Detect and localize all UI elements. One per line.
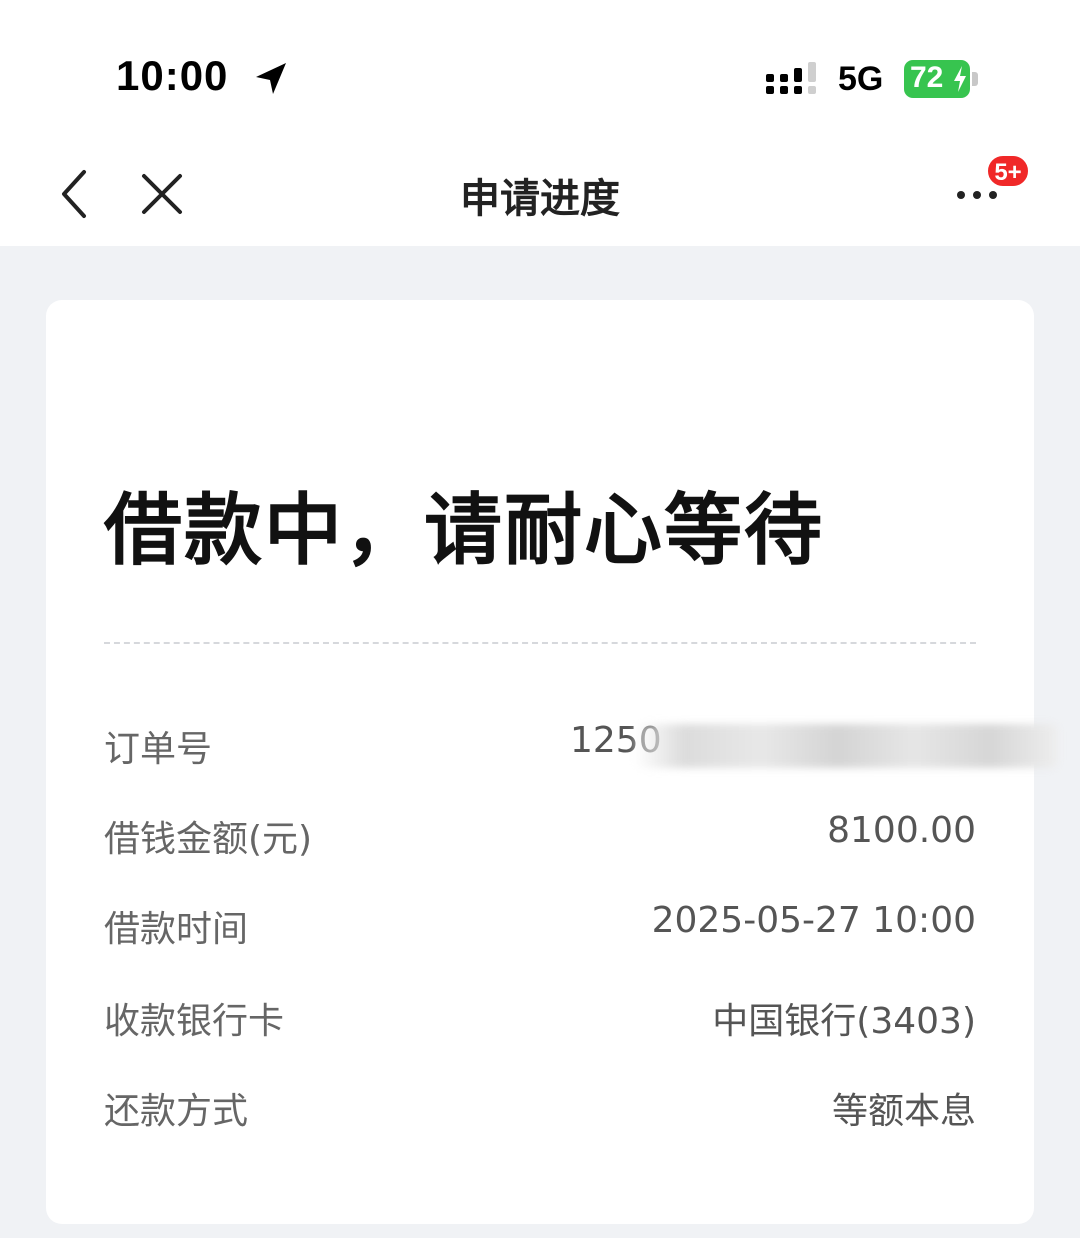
repayment-method-value: 等额本息 xyxy=(831,1091,976,1132)
repayment-method-label: 还款方式 xyxy=(104,1091,249,1132)
repayment-method-row: 还款方式 等额本息 xyxy=(104,1082,976,1132)
network-label: 5G xyxy=(838,60,884,98)
dashed-divider xyxy=(104,642,976,644)
battery-level: 72 xyxy=(910,61,944,94)
nav-bar: 申请进度 5+ xyxy=(0,140,1080,246)
battery-icon: 72 xyxy=(904,60,970,98)
loan-status-card: 借款中，请耐心等待 订单号 1250 借钱金额(元) 8100.00 借款时间 … xyxy=(46,300,1058,1224)
location-arrow-icon xyxy=(256,63,286,94)
battery-tip xyxy=(972,72,978,86)
loan-status-title: 借款中，请耐心等待 xyxy=(104,486,825,576)
loan-time-value: 2025-05-27 10:00 xyxy=(651,900,976,941)
loan-time-row: 借款时间 2025-05-27 10:00 xyxy=(104,900,976,950)
loan-amount-label: 借钱金额(元) xyxy=(104,819,313,860)
status-time: 10:00 xyxy=(116,52,229,99)
page-title: 申请进度 xyxy=(460,176,620,222)
loan-amount-value: 8100.00 xyxy=(827,810,976,851)
bank-card-row: 收款银行卡 中国银行(3403) xyxy=(104,992,976,1042)
bank-card-value: 中国银行(3403) xyxy=(712,1001,976,1042)
bank-card-label: 收款银行卡 xyxy=(104,1001,285,1042)
status-bar: 10:00 5G 72 xyxy=(0,0,1080,140)
signal-icon xyxy=(766,62,816,94)
charging-bolt-icon xyxy=(954,66,966,92)
order-number-row: 订单号 1250 xyxy=(104,720,1058,770)
notification-badge: 5+ xyxy=(986,154,1030,188)
order-number-label: 订单号 xyxy=(104,729,213,770)
loan-time-label: 借款时间 xyxy=(104,909,249,950)
redaction-blur xyxy=(634,724,1058,768)
loan-amount-row: 借钱金额(元) 8100.00 xyxy=(104,810,976,860)
